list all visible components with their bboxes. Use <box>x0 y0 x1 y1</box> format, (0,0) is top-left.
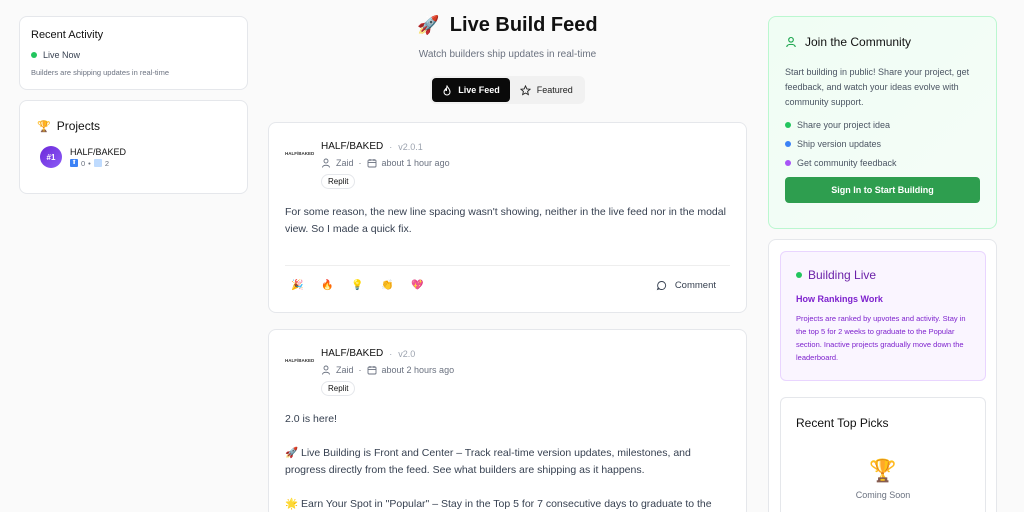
post-project-name[interactable]: HALF/BAKED <box>321 141 383 152</box>
live-dot-icon <box>31 52 37 58</box>
post-body: 2.0 is here! 🚀 Live Building is Front an… <box>285 411 730 512</box>
post-author[interactable]: Zaid <box>336 158 354 168</box>
project-logo[interactable]: HALF/BAKED <box>285 348 317 396</box>
top-picks-title: Recent Top Picks <box>796 416 889 430</box>
star-icon <box>519 84 531 96</box>
bullet-dot-icon <box>785 122 791 128</box>
benefit-item: Get community feedback <box>785 158 980 168</box>
sign-in-button[interactable]: Sign In to Start Building <box>785 177 980 203</box>
building-live-title: Building Live <box>808 268 877 282</box>
project-logo[interactable]: HALF/BAKED <box>285 141 317 189</box>
post-paragraph: 🌟 Earn Your Spot in "Popular" – Stay in … <box>285 498 712 510</box>
leaderboard-panel: Building Live How Rankings Work Projects… <box>768 239 997 512</box>
post-project-name[interactable]: HALF/BAKED <box>321 348 383 359</box>
user-icon <box>322 158 330 168</box>
bullet-dot-icon <box>785 141 791 147</box>
feed-post: HALF/BAKED HALF/BAKED · v2.0.1 Zaid · ab… <box>268 122 747 313</box>
tab-featured-label: Featured <box>536 85 573 95</box>
feed-header: 🚀 Live Build Feed Watch builders ship up… <box>268 14 747 104</box>
join-title: Join the Community <box>805 35 912 49</box>
post-body: For some reason, the new line spacing wa… <box>285 204 730 238</box>
project-name: HALF/BAKED <box>70 146 127 157</box>
bullet-dot-icon <box>785 160 791 166</box>
join-benefits: Share your project idea Ship version upd… <box>785 120 980 168</box>
page-title: 🚀 Live Build Feed <box>268 14 747 37</box>
recent-activity-subtitle: Builders are shipping updates in real-ti… <box>31 68 169 77</box>
post-paragraph: 2.0 is here! <box>285 413 337 425</box>
post-version: v2.0 <box>398 348 416 359</box>
live-dot-icon <box>796 272 802 278</box>
post-paragraph: 🚀 Live Building is Front and Center – Tr… <box>285 447 691 476</box>
comment-label: Comment <box>674 280 716 291</box>
post-time: about 2 hours ago <box>381 365 455 375</box>
party-reaction-button[interactable]: 🎉 <box>291 280 321 291</box>
projects-card: 🏆 Projects #1 HALF/BAKED ⬆ 0 • 2 <box>19 100 248 194</box>
rocket-icon: 🚀 <box>417 15 440 35</box>
platform-badge: Replit <box>321 381 356 396</box>
calendar-icon <box>367 366 376 375</box>
project-item[interactable]: #1 HALF/BAKED ⬆ 0 • 2 <box>40 146 230 168</box>
projects-title: Projects <box>56 119 101 133</box>
post-author[interactable]: Zaid <box>336 365 354 375</box>
comment-icon <box>656 281 666 291</box>
reaction-bar: 🎉 🔥 💡 👏 💖 Comment <box>285 265 730 305</box>
page-title-text: Live Build Feed <box>449 14 598 36</box>
post-version: v2.0.1 <box>398 141 423 152</box>
rank-badge: #1 <box>40 146 62 168</box>
heart-reaction-button[interactable]: 💖 <box>411 280 441 291</box>
post-time: about 1 hour ago <box>381 158 450 168</box>
rankings-text: Projects are ranked by upvotes and activ… <box>796 314 966 362</box>
rankings-subtitle: How Rankings Work <box>796 294 883 304</box>
post-header: HALF/BAKED HALF/BAKED · v2.0 Zaid · abou… <box>285 348 730 396</box>
trophy-icon: 🏆 <box>37 120 51 133</box>
benefit-item: Share your project idea <box>785 120 980 130</box>
benefit-item: Ship version updates <box>785 139 980 149</box>
recent-activity-card: Recent Activity Live Now Builders are sh… <box>19 16 248 90</box>
page-tagline: Watch builders ship updates in real-time <box>418 49 597 60</box>
project-meta: ⬆ 0 • 2 <box>70 158 109 168</box>
fire-reaction-button[interactable]: 🔥 <box>321 280 351 291</box>
user-icon <box>786 36 796 48</box>
comment-button[interactable]: Comment <box>656 280 724 291</box>
trophy-icon: 🏆 <box>869 458 897 483</box>
updates-icon <box>93 159 102 167</box>
idea-reaction-button[interactable]: 💡 <box>351 280 381 291</box>
tab-live-feed[interactable]: Live Feed <box>432 78 510 102</box>
flame-icon <box>443 84 451 95</box>
live-status-label: Live Now <box>43 50 81 60</box>
join-description: Start building in public! Share your pro… <box>785 67 970 107</box>
recent-activity-title: Recent Activity <box>31 29 104 41</box>
updates-count: 2 <box>104 158 109 168</box>
tab-featured[interactable]: Featured <box>510 78 583 102</box>
post-header: HALF/BAKED HALF/BAKED · v2.0.1 Zaid · ab… <box>285 141 730 189</box>
feed-tabs: Live Feed Featured <box>430 76 585 104</box>
upvote-count: 0 <box>81 158 86 168</box>
join-community-card: Join the Community Start building in pub… <box>768 16 997 229</box>
user-icon <box>322 365 330 375</box>
clap-reaction-button[interactable]: 👏 <box>381 280 411 291</box>
top-picks-empty: Coming Soon <box>855 490 911 500</box>
join-heading: Join the Community <box>785 35 980 49</box>
platform-badge: Replit <box>321 174 356 189</box>
projects-heading: 🏆 Projects <box>37 119 230 133</box>
feed-post: HALF/BAKED HALF/BAKED · v2.0 Zaid · abou… <box>268 329 747 512</box>
tab-live-feed-label: Live Feed <box>458 85 500 95</box>
building-live-card: Building Live How Rankings Work Projects… <box>780 251 986 381</box>
top-picks-card: Recent Top Picks 🏆 Coming Soon <box>780 397 986 512</box>
calendar-icon <box>367 159 376 168</box>
upvote-icon: ⬆ <box>70 159 78 167</box>
post-paragraph: For some reason, the new line spacing wa… <box>285 206 726 235</box>
live-status: Live Now <box>31 50 236 60</box>
building-live-heading: Building Live <box>796 268 970 282</box>
